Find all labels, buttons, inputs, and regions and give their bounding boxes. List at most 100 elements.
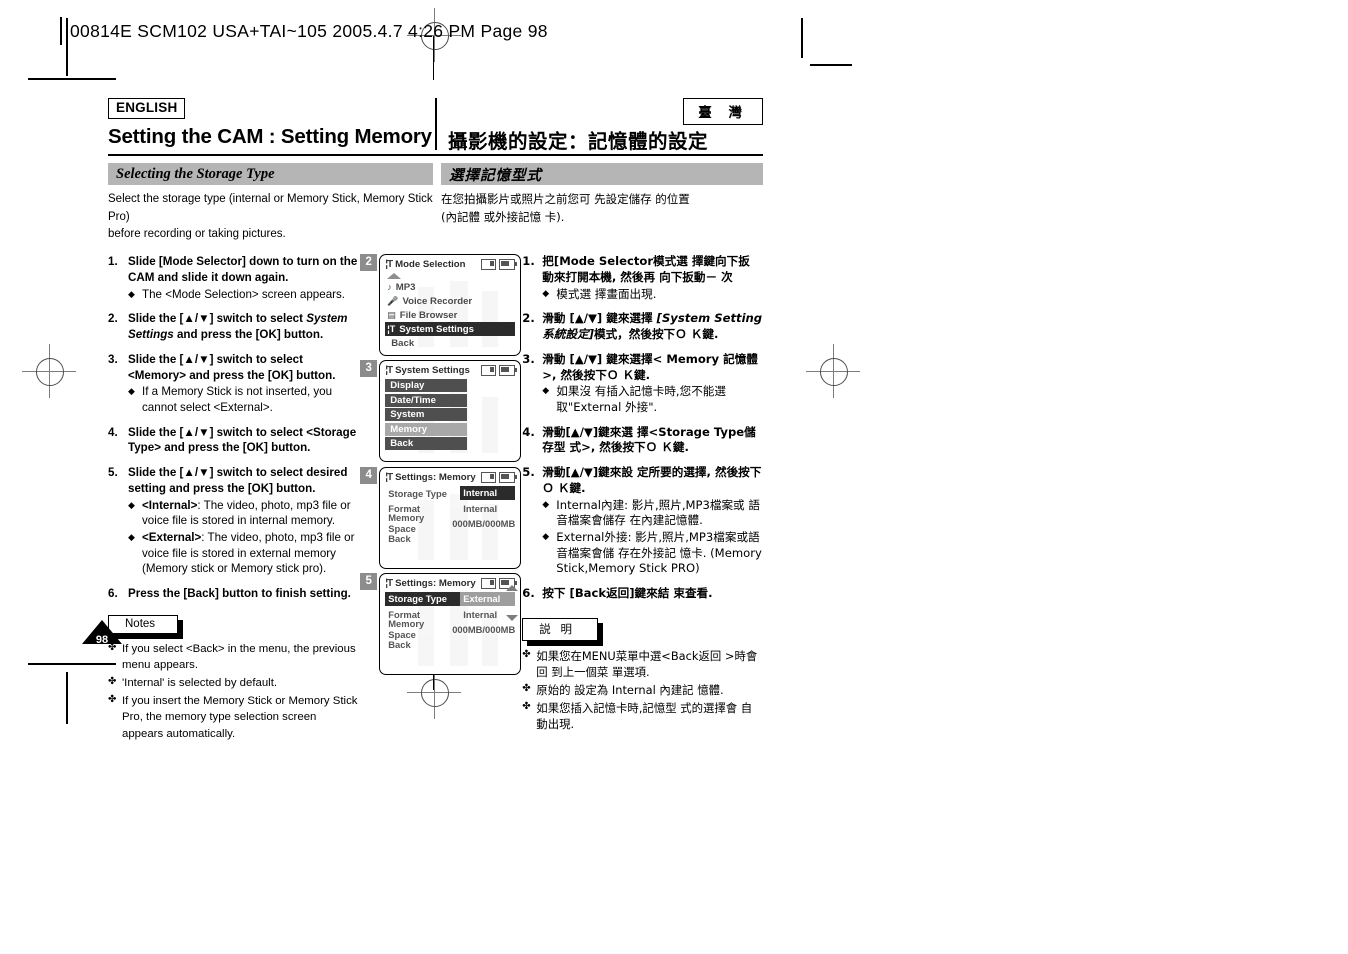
notes-list-chinese: ✤ 如果您在MENU菜單中選<Back返回 >時會回 到上一個菜 單選項. ✤ 原始的… — [522, 648, 763, 733]
lcd-setting-row[interactable]: Back — [385, 637, 515, 651]
lcd-title: Mode Selection — [395, 259, 466, 271]
note-item: ✤ 原始的 設定為 Internal 內建記 憶體. — [522, 682, 763, 698]
lcd-setting-value: External — [460, 592, 516, 607]
notes-header-shadow-zh: 説 明 — [522, 617, 603, 646]
lcd-title: System Settings — [395, 365, 470, 377]
note-text: 'Internal' is selected by default. — [122, 677, 278, 690]
lcd-menu-item[interactable]: Back — [385, 336, 515, 350]
lcd-menu-item[interactable]: 🎤 Voice Recorder — [385, 294, 515, 308]
lcd-menu-bar[interactable]: System — [385, 408, 468, 422]
step-text-a: Slide the [▲/▼] switch to select — [128, 312, 307, 326]
section-intro: Select the storage type (internal or Mem… — [108, 191, 763, 243]
lcd-step-tag: 2 — [360, 254, 378, 272]
step-bullets: ◆ If a Memory Stick is not inserted, you … — [128, 384, 360, 415]
lcd-menu-label: System Settings — [399, 323, 474, 335]
section-heading-en: Selecting the Storage Type — [116, 165, 275, 182]
scroll-up-arrow-icon[interactable] — [506, 585, 519, 592]
steps-list-chinese: 1. 把[Mode Selector模式選 擇鍵向下扳 動來打開本機, 然後再 向… — [522, 254, 763, 602]
lcd-status-icons — [481, 472, 518, 484]
step-text-a: 滑動 [▲/▼] 鍵來選擇< Memory 記憶體 >, 然後按下Ｏ Ｋ鍵. — [542, 351, 758, 382]
step-text: Slide the [▲/▼] switch to select <Memory… — [128, 352, 360, 416]
step-text-a: 滑動 [▲/▼] 鍵來選擇 — [542, 311, 657, 326]
step-text: 滑動 [▲/▼] 鍵來選擇< Memory 記憶體 >, 然後按下Ｏ Ｋ鍵. ◆ 如… — [542, 352, 763, 416]
step-item: 3. Slide the [▲/▼] switch to select <Memo… — [108, 352, 360, 416]
bullet-item: ◆ The <Mode Selection> screen appears. — [128, 287, 360, 303]
lcd-menu-bar[interactable]: Display — [385, 379, 468, 393]
diamond-bullet-icon: ◆ — [128, 386, 135, 397]
step-number: 6. — [522, 585, 535, 600]
crop-mark-bl-v — [66, 672, 68, 724]
step-item: 6. 按下 [Back返回]鍵來結 束查看. — [522, 586, 763, 602]
lcd-step-tag: 3 — [360, 360, 378, 378]
lcd-setting-key: Storage Type — [385, 592, 461, 607]
step-text-a: 滑動[▲/▼]鍵來選 擇<Storage Type儲存型 式>, 然後按下Ｏ Ｋ… — [542, 424, 756, 455]
settings-icon: ¦T — [387, 324, 396, 335]
lcd-setting-row[interactable]: Storage Type Internal — [385, 486, 516, 501]
lcd-setting-value: Internal — [460, 486, 516, 501]
slug-rule — [60, 17, 62, 45]
lcd-menu-label: Voice Recorder — [402, 295, 473, 307]
lcd-setting-row[interactable]: Storage Type External — [385, 592, 516, 607]
scroll-up-arrow-icon[interactable] — [387, 273, 402, 280]
note-text: 如果您插入記憶卡時,記憶型 式的選擇會 自動出現. — [536, 701, 753, 732]
step-item: 6. Press the [Back] button to finish sett… — [108, 586, 360, 602]
lcd-step-tag: 5 — [360, 573, 378, 591]
lcd-menu-bar[interactable]: Back — [385, 437, 468, 451]
bullet-text: If a Memory Stick is not inserted, you c… — [142, 385, 333, 415]
notes-header-zh: 説 明 — [522, 617, 598, 641]
step-text: 滑動 [▲/▼] 鍵來選擇 [System Setting 系統設定]模式，然後… — [542, 311, 763, 343]
lcd-menu-label: MP3 — [395, 281, 416, 293]
bullet-item: ◆ If a Memory Stick is not inserted, you … — [128, 384, 360, 415]
step-text-a: Slide the [▲/▼] switch to select desired… — [128, 466, 348, 495]
clover-bullet-icon: ✤ — [522, 683, 531, 695]
lcd-status-icons — [481, 365, 518, 377]
memory-card-icon — [481, 259, 497, 271]
lcd-screen: 2 ¦T Mode Selection ♪ MP3 🎤 Voice Recorder ▤ Fil… — [360, 254, 522, 358]
lcd-titlebar: ¦T System Settings — [385, 364, 518, 377]
diamond-bullet-icon: ◆ — [542, 386, 550, 397]
step-item: 3. 滑動 [▲/▼] 鍵來選擇< Memory 記憶體 >, 然後按下Ｏ Ｋ鍵.… — [522, 352, 763, 416]
step-text: Slide the [▲/▼] switch to select desired… — [128, 465, 360, 577]
registration-mark-right — [806, 344, 860, 398]
lcd-menu-label: File Browser — [399, 309, 458, 321]
step-number: 1. — [522, 254, 535, 269]
lcd-setting-row[interactable]: Memory Space 000MB/000MB — [385, 618, 516, 640]
battery-icon — [499, 472, 518, 484]
battery-icon — [499, 259, 518, 271]
note-item: ✤ If you select <Back> in the menu, the p… — [108, 641, 360, 673]
language-badge: ENGLISH — [108, 98, 186, 119]
step-text-b: 模式，然後按下Ｏ Ｋ鍵. — [593, 327, 719, 342]
step-number: 5. — [522, 465, 535, 480]
step-number: 3. — [108, 352, 118, 366]
lcd-setting-value: 000MB/000MB — [452, 517, 516, 529]
step-bullets: ◆ 如果沒 有插入記憶卡時,您不能選取"External 外接". — [542, 384, 763, 415]
lcd-menu-item[interactable]: ▤ File Browser — [385, 308, 515, 322]
bullet-text: Internal內建: 影片,照片,MP3檔案或 語音檔案會儲存 在內建記憶體. — [556, 497, 760, 528]
bullet-item: ◆ Internal內建: 影片,照片,MP3檔案或 語音檔案會儲存 在內建記憶體… — [542, 498, 763, 529]
step-text: Slide the [▲/▼] switch to select <Storag… — [128, 425, 360, 457]
column-english: 1. Slide [Mode Selector] down to turn on … — [108, 254, 360, 744]
lcd-setting-value: 000MB/000MB — [452, 623, 516, 635]
scroll-down-arrow-icon[interactable] — [506, 615, 519, 622]
step-bullets: ◆ <Internal>: The video, photo, mp3 file … — [128, 498, 360, 577]
lcd-menu-bar[interactable]: Date/Time — [385, 393, 468, 407]
step-item: 5. Slide the [▲/▼] switch to select desir… — [108, 465, 360, 577]
lcd-menu-item[interactable]: ♪ MP3 — [385, 280, 515, 294]
settings-icon: ¦T — [385, 578, 393, 590]
file-browser-icon: ▤ — [387, 309, 396, 320]
bullet-text: External外接: 影片,照片,MP3檔案或語音檔案會儲 存在外接記 憶卡.… — [556, 530, 762, 576]
crop-mark-bl-h — [28, 663, 116, 665]
step-number: 5. — [108, 466, 118, 480]
lcd-screen: 3 ¦T System Settings Display Date/Time System… — [360, 360, 522, 464]
lcd-inner: ¦T Mode Selection ♪ MP3 🎤 Voice Recorder ▤ File… — [380, 255, 520, 355]
lcd-setting-row[interactable]: Back — [385, 531, 515, 545]
step-text-a: 滑動[▲/▼]鍵來設 定所要的選擇, 然後按下 Ｏ Ｋ鍵. — [542, 465, 762, 495]
lcd-step-tag: 4 — [360, 467, 378, 485]
step-bullets: ◆ Internal內建: 影片,照片,MP3檔案或 語音檔案會儲存 在內建記憶體… — [542, 498, 763, 577]
battery-icon — [499, 365, 518, 377]
lcd-setting-row[interactable]: Memory Space 000MB/000MB — [385, 512, 516, 534]
lcd-menu-bar[interactable]: Memory — [385, 422, 468, 436]
lcd-menu-item[interactable]: ¦T System Settings — [385, 322, 516, 337]
memory-card-icon — [481, 365, 497, 377]
step-number: 2. — [522, 311, 535, 326]
